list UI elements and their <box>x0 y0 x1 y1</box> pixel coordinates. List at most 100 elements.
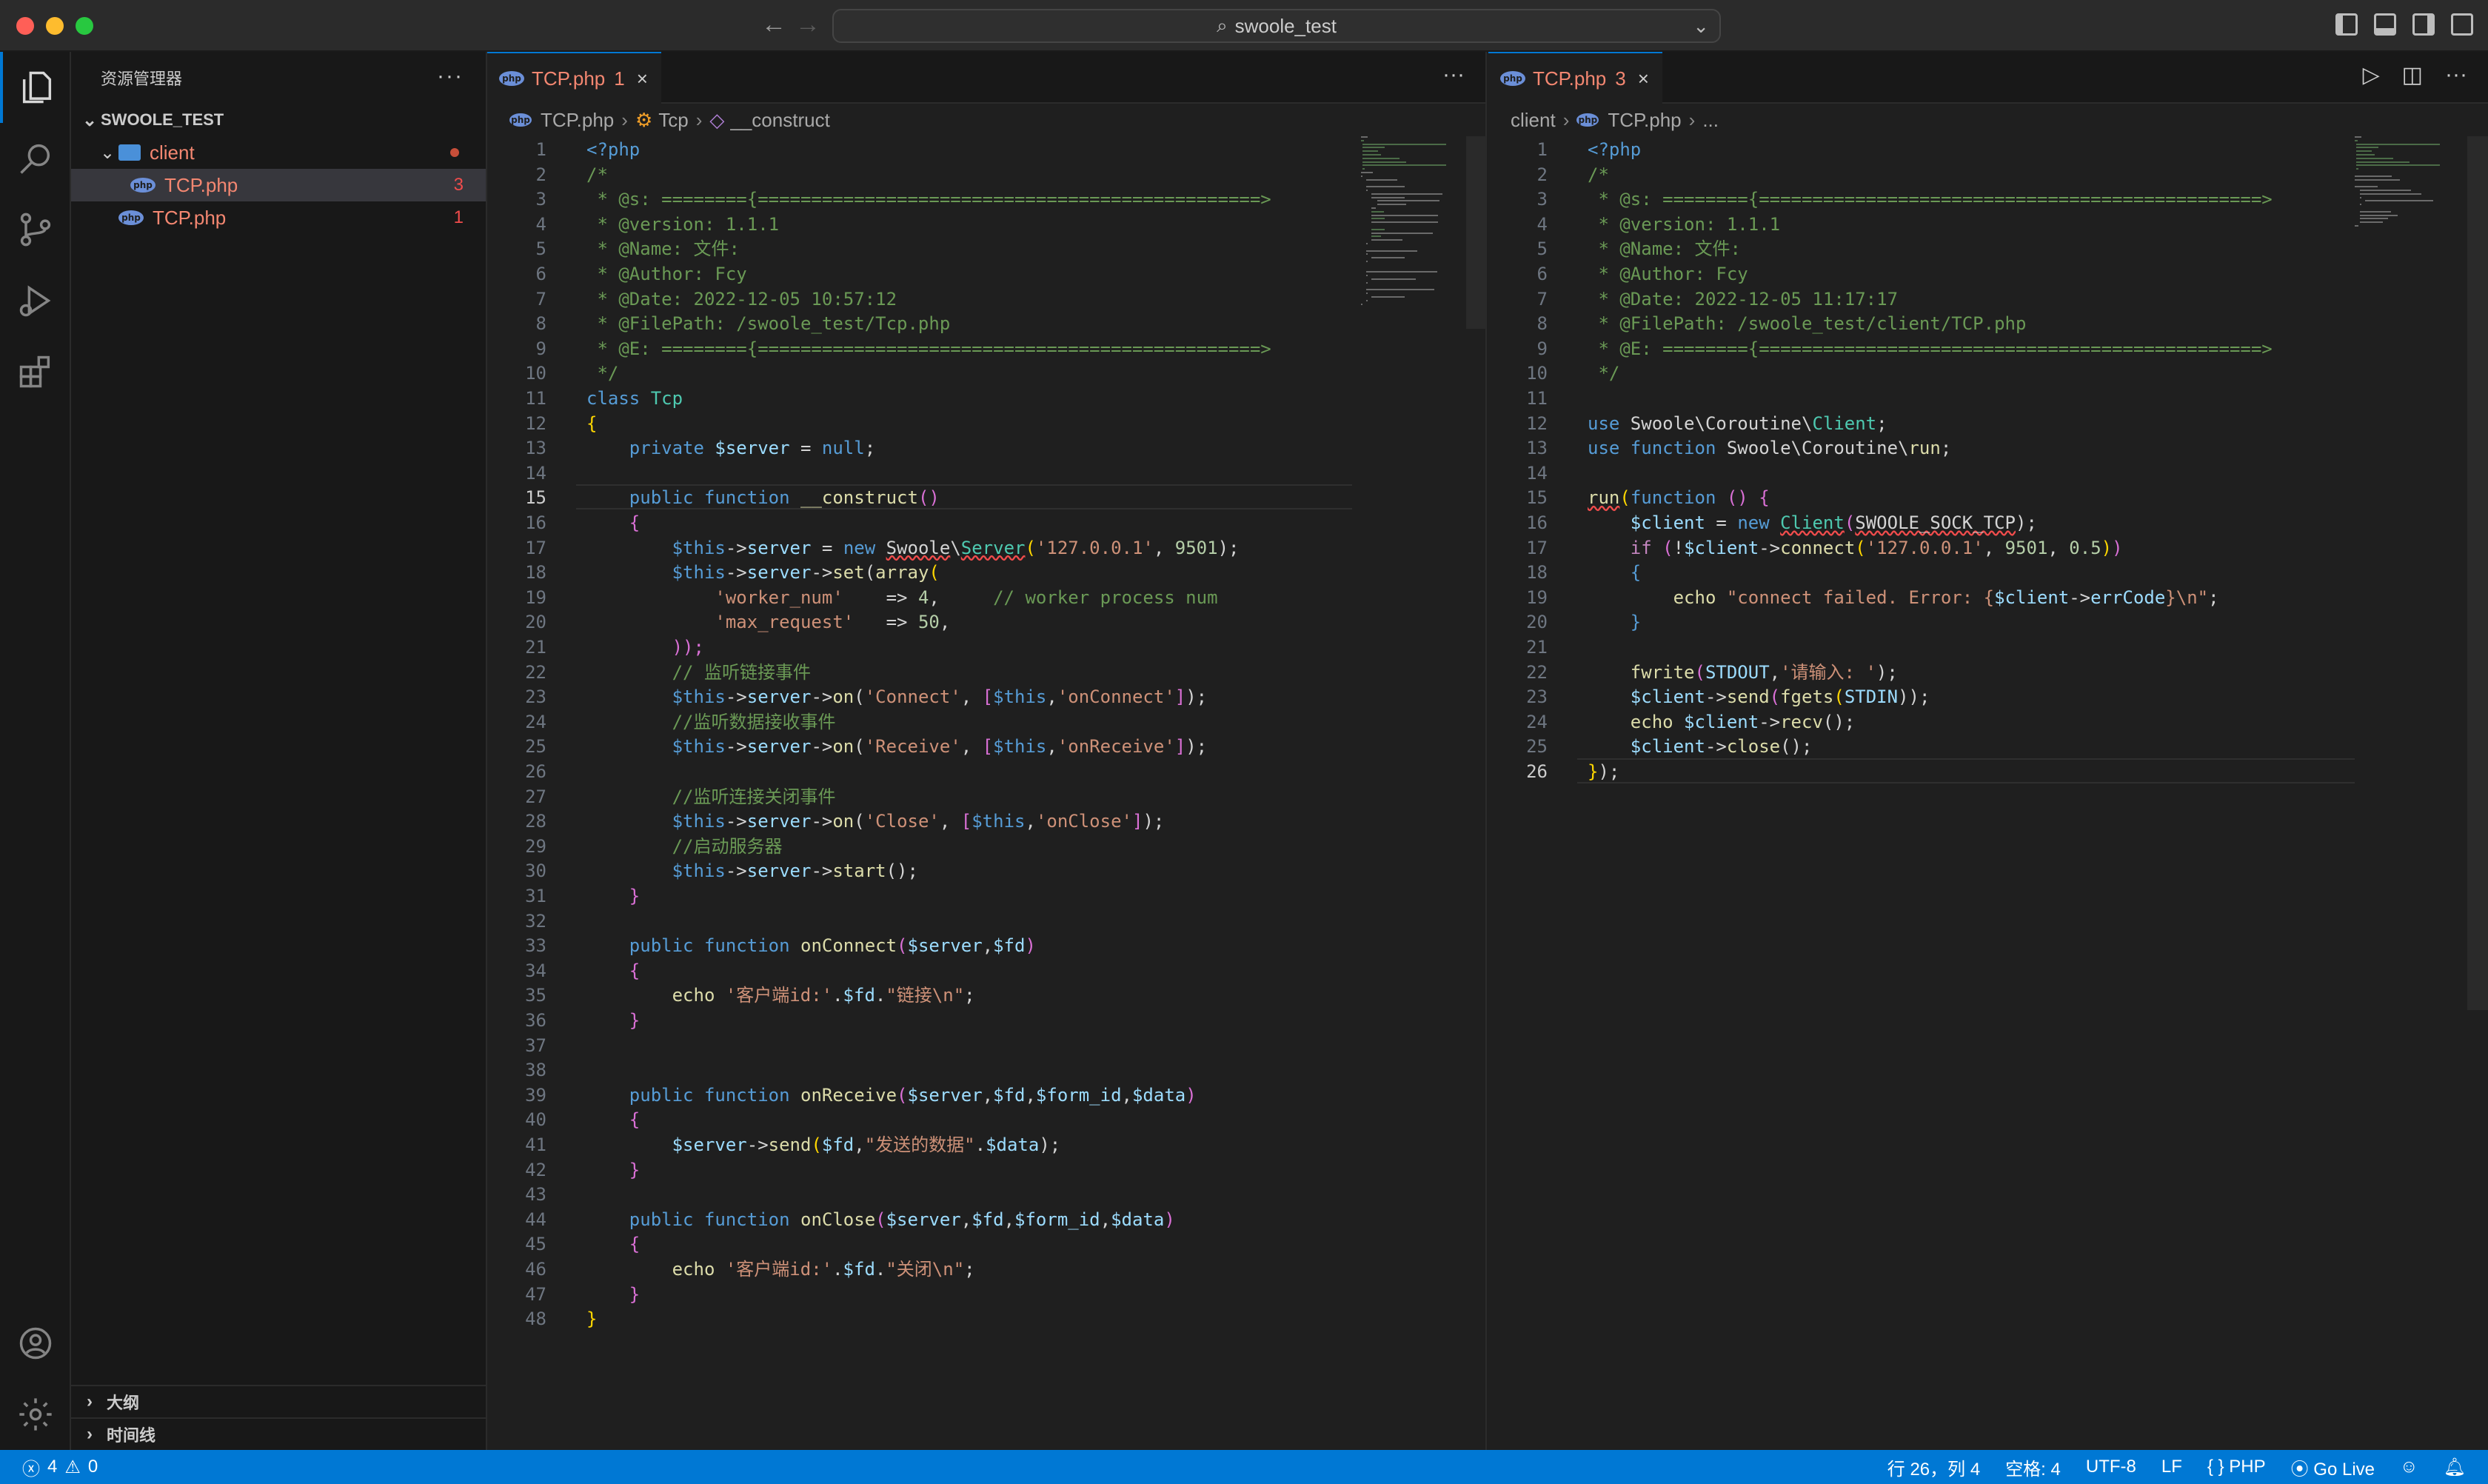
code-line[interactable]: public function onReceive($server,$fd,$f… <box>586 1082 1197 1109</box>
line-number[interactable]: 34 <box>487 957 546 984</box>
code-line[interactable]: * @E: ========{=========================… <box>586 335 1271 362</box>
code-line[interactable]: } <box>586 1157 640 1183</box>
code-editor[interactable]: 1 <?php 2 /* 3 * @s: ========{==============… <box>487 136 1485 1450</box>
line-number[interactable]: 12 <box>487 410 546 437</box>
line-number[interactable]: 38 <box>487 1057 546 1083</box>
encoding[interactable]: UTF-8 <box>2086 1457 2136 1477</box>
line-number[interactable]: 18 <box>1488 559 1548 586</box>
line-number[interactable]: 19 <box>487 584 546 611</box>
code-line[interactable]: { <box>586 1231 640 1257</box>
code-line[interactable]: $this->server->on('Close', [$this,'onClo… <box>586 808 1165 835</box>
toggle-panel-icon[interactable] <box>2374 13 2396 36</box>
tab-client-tcp-php[interactable]: php TCP.php 3 × <box>1488 52 1662 104</box>
line-number[interactable]: 10 <box>1488 360 1548 387</box>
code-line[interactable]: * @version: 1.1.1 <box>586 211 779 238</box>
code-line[interactable]: * @Author: Fcy <box>586 261 746 287</box>
line-number[interactable]: 24 <box>487 709 546 735</box>
minimap[interactable] <box>1361 136 1472 329</box>
code-line[interactable]: <?php <box>586 136 640 163</box>
code-line[interactable]: } <box>586 1281 640 1308</box>
line-number[interactable]: 17 <box>1488 535 1548 561</box>
line-number[interactable]: 10 <box>487 360 546 387</box>
toggle-primary-sidebar-icon[interactable] <box>2335 13 2358 36</box>
code-line[interactable]: { <box>1588 559 1641 586</box>
code-line[interactable]: echo '客户端id:'.$fd."链接\n"; <box>586 982 975 1009</box>
code-line[interactable]: } <box>586 1007 640 1034</box>
line-number[interactable]: 22 <box>487 659 546 686</box>
feedback-icon[interactable]: ☺ <box>2400 1457 2418 1477</box>
line-number[interactable]: 24 <box>1488 709 1548 735</box>
code-line[interactable]: * @Name: 文件: <box>586 235 740 262</box>
code-line[interactable]: { <box>586 957 640 984</box>
breadcrumb-item[interactable]: TCP.php <box>541 109 614 132</box>
breadcrumb-item[interactable]: client <box>1511 109 1556 132</box>
line-number[interactable]: 15 <box>1488 484 1548 511</box>
line-number[interactable]: 43 <box>487 1181 546 1208</box>
explorer-icon[interactable] <box>0 52 71 123</box>
line-number[interactable]: 14 <box>1488 460 1548 487</box>
code-line[interactable]: } <box>586 1306 597 1332</box>
zoom-window-button[interactable] <box>76 17 93 35</box>
code-line[interactable]: $this->server = new Swoole\Server('127.0… <box>586 535 1240 561</box>
code-line[interactable]: <?php <box>1588 136 1641 163</box>
code-line[interactable]: )); <box>586 634 704 661</box>
problems-indicator[interactable]: ⓧ 4 ⚠ 0 <box>22 1454 98 1480</box>
code-line[interactable]: echo '客户端id:'.$fd."关闭\n"; <box>586 1256 975 1283</box>
line-number[interactable]: 8 <box>1488 310 1548 337</box>
line-number[interactable]: 6 <box>487 261 546 287</box>
line-number[interactable]: 3 <box>1488 186 1548 213</box>
file-root-tcp[interactable]: php TCP.php 1 <box>71 201 486 234</box>
language-mode[interactable]: { } PHP <box>2207 1457 2266 1477</box>
line-number[interactable]: 39 <box>487 1082 546 1109</box>
extensions-icon[interactable] <box>0 336 71 407</box>
line-number[interactable]: 26 <box>487 758 546 785</box>
code-line[interactable]: $server->send($fd,"发送的数据".$data); <box>586 1132 1061 1158</box>
line-number[interactable]: 16 <box>1488 509 1548 536</box>
code-line[interactable]: $client->close(); <box>1588 733 1813 760</box>
line-number[interactable]: 1 <box>487 136 546 163</box>
search-icon[interactable] <box>0 123 71 194</box>
line-number[interactable]: 14 <box>487 460 546 487</box>
toggle-secondary-sidebar-icon[interactable] <box>2412 13 2435 36</box>
line-number[interactable]: 3 <box>487 186 546 213</box>
code-line[interactable]: public function __construct() <box>586 484 940 511</box>
end-of-line[interactable]: LF <box>2161 1457 2182 1477</box>
code-line[interactable]: $this->server->on('Connect', [$this,'onC… <box>586 683 1208 710</box>
code-line[interactable]: private $server = null; <box>586 435 875 461</box>
line-number[interactable]: 11 <box>487 385 546 412</box>
workspace-root[interactable]: ⌄ SWOOLE_TEST <box>71 104 486 136</box>
command-center-search[interactable]: ⌕ swoole_test ⌄ <box>832 9 1721 43</box>
line-number[interactable]: 9 <box>1488 335 1548 362</box>
breadcrumb-item[interactable]: __construct <box>730 109 829 132</box>
code-line[interactable]: $this->server->start(); <box>586 858 918 884</box>
code-line[interactable]: public function onConnect($server,$fd) <box>586 932 1036 959</box>
code-line[interactable]: 'worker_num' => 4, // worker process num <box>586 584 1217 611</box>
breadcrumb-item[interactable]: TCP.php <box>1608 109 1681 132</box>
code-line[interactable]: /* <box>586 161 608 188</box>
code-line[interactable]: class Tcp <box>586 385 683 412</box>
code-line[interactable]: { <box>586 1106 640 1133</box>
line-number[interactable]: 29 <box>487 833 546 860</box>
close-window-button[interactable] <box>16 17 34 35</box>
code-line[interactable]: * @Date: 2022-12-05 10:57:12 <box>586 286 897 312</box>
line-number[interactable]: 4 <box>487 211 546 238</box>
vertical-scrollbar[interactable] <box>2467 136 2488 1010</box>
code-line[interactable]: * @Author: Fcy <box>1588 261 1748 287</box>
code-line[interactable]: * @Date: 2022-12-05 11:17:17 <box>1588 286 1898 312</box>
line-number[interactable]: 30 <box>487 858 546 884</box>
code-line[interactable]: echo "connect failed. Error: {$client->e… <box>1588 584 2219 611</box>
code-line[interactable]: // 监听链接事件 <box>586 659 811 686</box>
line-number[interactable]: 25 <box>1488 733 1548 760</box>
code-line[interactable]: $this->server->set(array( <box>586 559 940 586</box>
line-number[interactable]: 46 <box>487 1256 546 1283</box>
run-debug-icon[interactable] <box>0 265 71 336</box>
account-icon[interactable] <box>0 1308 71 1379</box>
line-number[interactable]: 42 <box>487 1157 546 1183</box>
line-number[interactable]: 25 <box>487 733 546 760</box>
notifications-bell-icon[interactable]: 🔔︎ <box>2444 1457 2466 1478</box>
code-line[interactable]: //监听数据接收事件 <box>586 709 836 735</box>
line-number[interactable]: 26 <box>1488 758 1548 785</box>
code-line[interactable]: */ <box>1588 360 1619 387</box>
line-number[interactable]: 21 <box>487 634 546 661</box>
line-number[interactable]: 19 <box>1488 584 1548 611</box>
